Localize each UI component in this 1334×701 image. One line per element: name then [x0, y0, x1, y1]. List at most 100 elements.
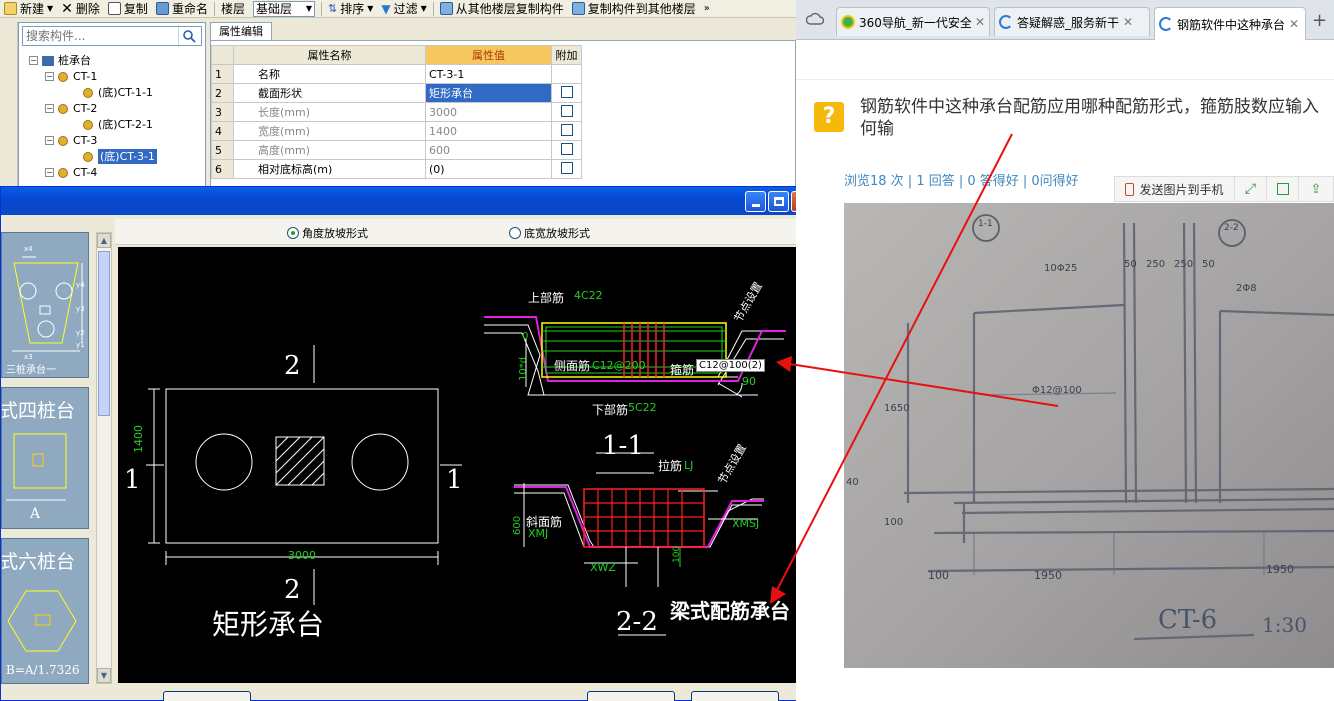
attach-checkbox[interactable] — [560, 161, 573, 174]
table-row[interactable]: 4 宽度(mm) 1400 — [211, 121, 582, 141]
rebar-form-button[interactable] — [163, 691, 251, 701]
tree-node-ct4[interactable]: − CT-4 — [45, 165, 97, 180]
tree-node-ct2[interactable]: − CT-2 — [45, 101, 97, 116]
ok-button[interactable] — [587, 691, 675, 701]
property-value[interactable]: 矩形承台 — [425, 83, 552, 103]
gear-icon — [83, 119, 93, 130]
attach-checkbox[interactable] — [560, 85, 573, 98]
close-tab-icon[interactable]: ✕ — [1289, 17, 1299, 31]
delete-button[interactable]: ✕ 删除 — [57, 0, 104, 18]
minimize-button[interactable] — [745, 191, 766, 212]
tree-root-pile-cap[interactable]: − 桩承台 — [29, 53, 91, 68]
property-value[interactable]: CT-3-1 — [425, 64, 552, 84]
cloud-icon[interactable] — [805, 10, 825, 28]
table-row[interactable]: 5 高度(mm) 600 — [211, 140, 582, 160]
tree-node-ct1-1[interactable]: (底)CT-1-1 — [83, 85, 153, 100]
collapse-icon[interactable]: − — [45, 72, 54, 81]
question-icon: ? — [814, 102, 844, 132]
table-row[interactable]: 3 长度(mm) 3000 — [211, 102, 582, 122]
copy-to-floor-button[interactable]: 复制构件到其他楼层 — [568, 0, 700, 18]
property-value[interactable]: 600 — [425, 140, 552, 160]
browser-window: 360导航_新一代安全 ✕ 答疑解惑_服务新干 ✕ 钢筋软件中这种承台 ✕ + … — [796, 0, 1334, 701]
table-row[interactable]: 6 相对底标高(m) (0) — [211, 159, 582, 179]
property-value[interactable]: 3000 — [425, 102, 552, 122]
side-bar-value: C12@200 — [592, 359, 646, 372]
three-pile-caption: 三桩承台一 — [6, 365, 56, 376]
close-tab-icon[interactable]: ✕ — [975, 15, 985, 29]
tree-node-ct2-1[interactable]: (底)CT-2-1 — [83, 117, 153, 132]
gallery-scrollbar[interactable]: ▲ ▼ — [96, 232, 112, 684]
new-button[interactable]: 新建 ▼ — [0, 0, 57, 18]
attach-checkbox[interactable] — [560, 142, 573, 155]
section-selection-dialog: ✕ x4 y4 y3 — [0, 186, 815, 701]
thumb-four-pile[interactable]: 式四桩台 A — [1, 387, 89, 529]
search-icon[interactable] — [178, 27, 200, 45]
cancel-button[interactable] — [691, 691, 779, 701]
dialog-button-bar — [1, 685, 814, 701]
radio-empty-icon — [509, 227, 521, 239]
property-value[interactable]: (0) — [425, 159, 552, 179]
attach-checkbox[interactable] — [560, 123, 573, 136]
gear-icon — [58, 167, 68, 178]
scroll-thumb[interactable] — [98, 251, 110, 416]
filter-button[interactable]: ▼ 过滤 ▼ — [377, 0, 430, 18]
slope-mode-bar: 角度放坡形式 底宽放坡形式 — [115, 219, 812, 245]
delete-icon: ✕ — [61, 0, 73, 17]
sort-button[interactable]: ⇅ 排序 ▼ — [324, 0, 377, 18]
copy-from-floor-icon — [439, 2, 453, 15]
gear-icon — [83, 87, 93, 98]
thumb-six-pile[interactable]: 式六桩台 B=A/1.7326 — [1, 538, 89, 684]
stirrup-value-field[interactable]: C12@100(2) — [696, 359, 765, 372]
fullscreen-icon[interactable]: ⤢ — [1235, 177, 1267, 201]
table-row[interactable]: 1 名称 CT-3-1 — [211, 64, 582, 84]
scroll-down-icon[interactable]: ▼ — [97, 668, 111, 683]
close-tab-icon[interactable]: ✕ — [1123, 15, 1133, 29]
collapse-icon[interactable]: − — [29, 56, 38, 65]
property-value[interactable]: 1400 — [425, 121, 552, 141]
toolbar-overflow-icon[interactable]: » — [700, 0, 714, 18]
question-photo[interactable]: 1-1 2-2 10Φ25 50 250 250 50 2Φ8 Φ12@100 … — [844, 203, 1334, 668]
section-1-mark-right: 1 — [446, 465, 463, 495]
thumb-three-pile[interactable]: x4 y4 y3 x3 y2 y1 三桩承台一 — [1, 232, 89, 378]
search-input[interactable] — [23, 28, 178, 44]
gear-icon — [58, 135, 68, 146]
cad-drawing-canvas: 2 2 1 1 3000 1400 矩形承台 上部筋 4C22 侧面筋 C12@… — [118, 247, 812, 683]
tree-node-ct3[interactable]: − CT-3 — [45, 133, 97, 148]
table-row[interactable]: 2 截面形状 矩形承台 — [211, 83, 582, 103]
attach-checkbox[interactable] — [560, 104, 573, 117]
360-logo-icon — [841, 15, 855, 29]
browser-tab-qa[interactable]: 答疑解惑_服务新干 ✕ — [994, 7, 1150, 36]
copy-from-floor-button[interactable]: 从其他楼层复制构件 — [436, 0, 568, 18]
main-toolbar: 新建 ▼ ✕ 删除 复制 重命名 楼层 基础层 ▼ ⇅ 排序 ▼ ▼ 过滤 ▼ 从其他楼层复制… — [0, 0, 796, 18]
maximize-icon — [773, 197, 784, 206]
gear-icon — [83, 151, 93, 162]
new-tab-icon[interactable]: + — [1312, 10, 1327, 31]
section-2-mark-top: 2 — [284, 351, 301, 381]
tree-node-ct1[interactable]: − CT-1 — [45, 69, 97, 84]
copy-button[interactable]: 复制 — [104, 0, 152, 18]
screen: 新建 ▼ ✕ 删除 复制 重命名 楼层 基础层 ▼ ⇅ 排序 ▼ ▼ 过滤 ▼ 从其他楼层复制… — [0, 0, 1334, 701]
collapse-icon[interactable]: − — [45, 168, 54, 177]
plan-title: 矩形承台 — [212, 608, 325, 641]
collapse-icon[interactable]: − — [45, 136, 54, 145]
scroll-up-icon[interactable]: ▲ — [97, 233, 111, 248]
collapse-icon[interactable]: − — [45, 104, 54, 113]
send-to-phone-button[interactable]: 发送图片到手机 — [1115, 177, 1235, 201]
share-icon[interactable]: ⇪ — [1299, 177, 1333, 201]
browser-tab-360[interactable]: 360导航_新一代安全 ✕ — [836, 7, 990, 36]
cap-type-gallery: x4 y4 y3 x3 y2 y1 三桩承台一 式四桩台 A 式六桩台 B=A/… — [1, 232, 111, 684]
floor-select[interactable]: 基础层 ▼ — [252, 0, 315, 17]
floor-label: 楼层 — [220, 2, 245, 16]
radio-angle-slope[interactable]: 角度放坡形式 — [287, 225, 368, 241]
tab-property-edit[interactable]: 属性编辑 — [210, 22, 272, 40]
maximize-button[interactable] — [768, 191, 789, 212]
question-stats[interactable]: 浏览18 次 | 1 回答 | 0 答得好 | 0问得好 — [844, 170, 1079, 189]
save-icon[interactable] — [1267, 177, 1299, 201]
phone-icon — [1125, 182, 1135, 196]
rename-button[interactable]: 重命名 — [152, 0, 212, 18]
radio-width-slope[interactable]: 底宽放坡形式 — [509, 225, 590, 241]
property-table: 属性名称 属性值 附加 1 名称 CT-3-1 2 截面形状 矩形承台 3 长度… — [211, 45, 582, 179]
property-value-header: 属性值 — [425, 45, 552, 65]
tree-node-ct3-1[interactable]: (底)CT-3-1 — [83, 149, 157, 164]
browser-tab-current[interactable]: 钢筋软件中这种承台 ✕ — [1154, 7, 1306, 40]
